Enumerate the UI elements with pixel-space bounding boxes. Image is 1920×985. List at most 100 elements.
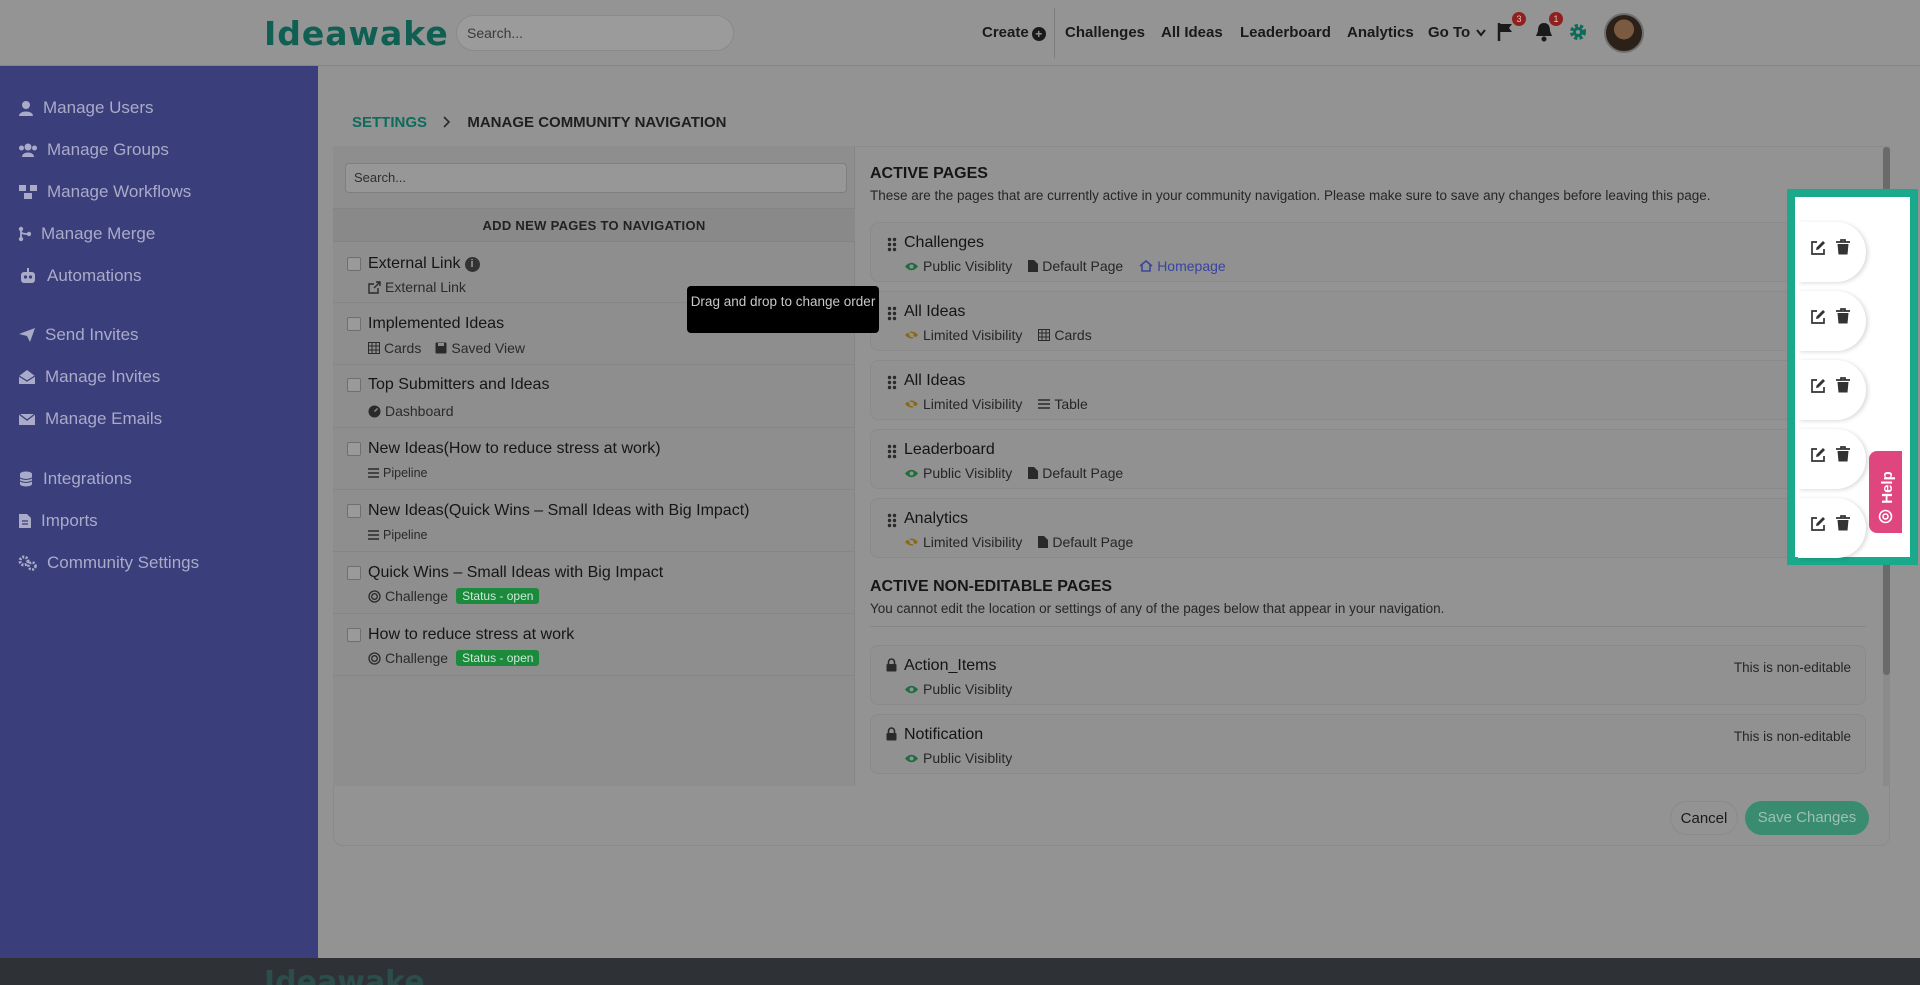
sidebar-item-manage-workflows[interactable]: Manage Workflows [18,180,191,204]
save-changes-button[interactable]: Save Changes [1745,801,1869,835]
database-icon [19,471,33,487]
edit-icon[interactable] [1810,516,1826,532]
page-checkbox[interactable] [347,317,361,331]
chevron-down-icon [1476,29,1487,37]
sidebar-item-label: Manage Workflows [47,182,192,201]
drag-handle-icon[interactable] [887,375,897,390]
list-item-type: Challenge [385,588,449,604]
page-type-label: Default Page [1042,465,1124,481]
list-item: How to reduce stress at work Challenge S… [333,614,855,676]
active-page-row[interactable]: All Ideas Limited Visibility Cards [870,291,1866,351]
sidebar-item-label: Manage Emails [45,409,163,428]
user-avatar[interactable] [1604,13,1644,53]
list-item-title: Quick Wins – Small Ideas with Big Impact [368,564,664,581]
visibility-label: Public Visiblity [923,258,1013,274]
trash-icon[interactable] [1836,377,1850,393]
sidebar-item-manage-emails[interactable]: Manage Emails [18,407,162,431]
drag-tooltip: Drag and drop to change order [687,286,879,333]
page-checkbox[interactable] [347,257,361,271]
edit-icon[interactable] [1810,378,1826,394]
list-item-title: New Ideas(Quick Wins – Small Ideas with … [368,502,750,519]
nav-all-ideas[interactable]: All Ideas [1161,24,1223,41]
help-tab[interactable]: Help [1869,451,1902,533]
sidebar-item-integrations[interactable]: Integrations [18,467,132,491]
active-page-row[interactable]: Leaderboard Public Visiblity Default Pag… [870,429,1866,489]
active-page-row[interactable]: Analytics Limited Visibility Default Pag… [870,498,1866,558]
breadcrumb-settings-link[interactable]: SETTINGS [352,114,427,131]
page-checkbox[interactable] [347,504,361,518]
active-page-meta: Public Visiblity Default Page Homepage [904,258,1226,274]
sidebar-item-manage-groups[interactable]: Manage Groups [18,138,169,162]
active-page-row[interactable]: Challenges Public Visiblity Default Page… [870,222,1866,282]
trash-icon[interactable] [1836,446,1850,462]
trash-icon[interactable] [1836,308,1850,324]
drag-handle-icon[interactable] [887,444,897,459]
list-item-view: Saved View [451,340,526,356]
ideawake-logo[interactable]: Ideawake [264,16,449,52]
cancel-button[interactable]: Cancel [1670,801,1738,835]
page-checkbox[interactable] [347,628,361,642]
sidebar-item-label: Automations [47,266,142,285]
sidebar-item-automations[interactable]: Automations [18,264,142,288]
edit-icon[interactable] [1810,447,1826,463]
nav-goto[interactable]: Go To [1428,24,1487,41]
sidebar-item-label: Manage Invites [45,367,161,386]
global-search-input[interactable]: Search... [456,15,734,51]
sidebar-item-send-invites[interactable]: Send Invites [18,323,139,347]
list-item-sub: Challenge Status - open [368,650,540,666]
eye-icon [905,262,918,270]
active-pages-title: ACTIVE PAGES [870,165,988,182]
create-label: Create [982,24,1029,41]
trash-icon[interactable] [1836,239,1850,255]
non-editable-description: You cannot edit the location or settings… [870,601,1445,616]
info-icon[interactable]: i [464,257,480,272]
list-item-title: Top Submitters and Ideas [368,376,550,393]
visibility-label: Limited Visibility [923,396,1023,412]
lifebuoy-icon [1878,509,1893,524]
page-type-label: Default Page [1052,534,1134,550]
edit-icon[interactable] [1810,240,1826,256]
non-editable-note: This is non-editable [1733,660,1851,675]
sidebar-item-label: Community Settings [47,553,200,572]
sidebar-item-manage-merge[interactable]: Manage Merge [18,222,155,246]
nav-leaderboard[interactable]: Leaderboard [1240,24,1331,41]
list-item-sub: Cards Saved View [368,340,525,356]
pages-search-input[interactable]: Search... [345,163,847,193]
sidebar-item-manage-invites[interactable]: Manage Invites [18,365,160,389]
drag-handle-icon[interactable] [887,237,897,252]
edit-icon[interactable] [1810,309,1826,325]
flag-icon[interactable] [1497,22,1515,42]
homepage-link[interactable]: Homepage [1157,258,1226,274]
page-checkbox[interactable] [347,442,361,456]
page-type-label: Default Page [1042,258,1124,274]
target-icon [368,589,381,603]
trash-icon[interactable] [1836,515,1850,531]
sidebar-item-imports[interactable]: Imports [18,509,98,533]
non-editable-page-meta: Public Visiblity [904,681,1012,697]
envelope-open-icon [18,370,36,384]
drag-handle-icon[interactable] [887,513,897,528]
page-checkbox[interactable] [347,566,361,580]
sidebar-item-label: Send Invites [45,325,139,344]
eye-slash-icon [905,329,918,341]
list-item-type: Cards [384,340,422,356]
active-page-row[interactable]: All Ideas Limited Visibility Table [870,360,1866,420]
list-item-type: Pipeline [383,528,428,542]
file-icon [19,514,31,528]
flag-badge: 3 [1512,12,1526,26]
list-item-title: External Link i [368,255,480,273]
drag-handle-icon[interactable] [887,306,897,321]
top-bar: Ideawake Search... Create + Challenges Al… [0,0,1920,66]
non-editable-title: ACTIVE NON-EDITABLE PAGES [870,578,1113,595]
gear-icon[interactable] [1568,22,1588,42]
active-page-meta: Limited Visibility Table [904,396,1088,412]
active-page-title: Analytics [904,510,969,527]
page-checkbox[interactable] [347,378,361,392]
nav-challenges[interactable]: Challenges [1065,24,1145,41]
create-button[interactable]: Create + [982,24,1046,41]
page-title: MANAGE COMMUNITY NAVIGATION [467,114,727,131]
row-actions [1798,291,1866,351]
sidebar-item-manage-users[interactable]: Manage Users [18,96,154,120]
nav-analytics[interactable]: Analytics [1347,24,1414,41]
sidebar-item-community-settings[interactable]: Community Settings [18,551,199,575]
